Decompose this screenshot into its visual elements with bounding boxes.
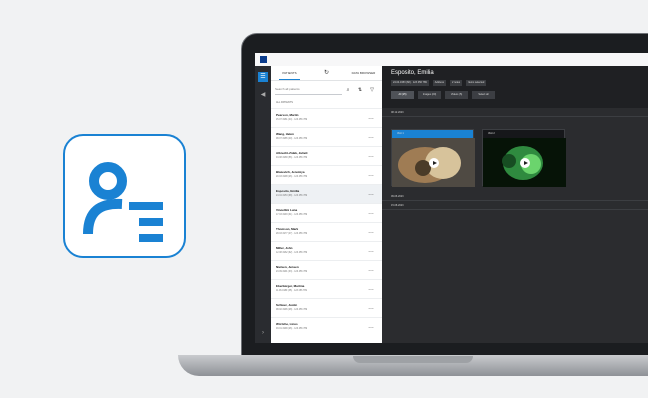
patient-list-item[interactable]: Nielsen, Jensen 23.09.1991 (33) · 123 456… <box>271 260 382 279</box>
patient-meta: 03.01.1999 (26) · 123 456 789 <box>276 328 308 330</box>
patient-meta: 11.06.1989 (35) · 123 456 789 <box>276 290 307 292</box>
patient-list-item[interactable]: Pearson, Martin 15.07.1981 (44) · 123 456… <box>271 108 382 127</box>
panel-tabs: PATIENTS ↻ DATA BROWSER <box>271 66 382 81</box>
patient-meta: 23.09.1991 (33) · 123 456 789 <box>276 271 308 273</box>
patient-name: Albrecht-Zidek, Juliett <box>276 151 308 155</box>
refresh-icon[interactable]: ↻ <box>308 66 345 80</box>
patients-panel: PATIENTS ↻ DATA BROWSER Search all patie… <box>271 66 382 343</box>
marketing-stage: ☰ ◀ › PATIENTS ↻ DATA BROWSER Search all… <box>0 0 648 398</box>
patient-name: Esposito, Emilia <box>276 189 300 193</box>
patient-name: Blazevich, Jeremiya <box>276 170 305 174</box>
more-icon[interactable]: … <box>368 267 374 273</box>
patient-list-item[interactable]: Vincellini Luna 17.03.1993 (31) · 123 456… <box>271 203 382 222</box>
media-thumbnails: Visit 1 Visit 2 <box>382 117 648 192</box>
more-icon[interactable]: … <box>368 172 374 178</box>
tab-patients[interactable]: PATIENTS <box>271 66 308 80</box>
filter-icon[interactable]: ▽ <box>366 87 378 93</box>
thumbnail-title-bar: Visit 1 <box>392 130 473 138</box>
more-icon[interactable]: … <box>368 115 374 121</box>
patient-name: Eberbürger, Martina <box>276 284 305 288</box>
play-icon[interactable] <box>520 158 530 168</box>
patient-meta: 12.08.1962 (62) · 123 456 789 <box>276 252 308 254</box>
patient-name: Pearson, Martin <box>276 113 299 117</box>
patient-list-item-selected[interactable]: Esposito, Emilia 24.04.1953 (68) · 123 45… <box>271 184 382 203</box>
patient-name: Wörtche, Linus <box>276 322 298 326</box>
search-icon[interactable]: ⌕ <box>342 87 354 93</box>
address-chip[interactable]: Address <box>432 80 446 86</box>
select-all-toggle[interactable]: Select all <box>472 91 495 99</box>
filter-images-button[interactable]: Images (20) <box>418 91 441 99</box>
patient-name: Miller, John <box>276 246 293 250</box>
patient-list-item[interactable]: Miller, John 12.08.1962 (62) · 123 456 78… <box>271 241 382 260</box>
more-icon[interactable]: … <box>368 153 374 159</box>
expand-rail-icon[interactable]: › <box>258 328 268 338</box>
sort-icon[interactable]: ⇅ <box>354 87 366 93</box>
play-icon[interactable] <box>429 158 439 168</box>
media-filters: All (25) Images (20) Videos (5) Select a… <box>391 91 646 99</box>
top-bar <box>255 53 648 66</box>
patient-meta: 15.07.1981 (44) · 123 456 789 <box>276 119 308 121</box>
patient-meta-chip: 24.04.1953 (68) · 123 456 789 <box>391 80 429 86</box>
patient-name: Schleer, Justin <box>276 303 298 307</box>
brand-logo <box>260 56 267 63</box>
notes-chip[interactable]: 2 notes <box>449 80 463 86</box>
more-icon[interactable]: … <box>368 191 374 197</box>
patient-name: Nielsen, Jensen <box>276 265 299 269</box>
more-icon[interactable]: … <box>368 305 374 311</box>
patient-meta: 17.03.1993 (31) · 123 456 789 <box>276 214 308 216</box>
more-icon[interactable]: … <box>368 324 374 330</box>
patient-list-item[interactable]: Thomson, Mark 28.03.1977 (47) · 123 456 7… <box>271 222 382 241</box>
selection-chip[interactable]: Items selected <box>466 80 487 86</box>
date-group-header[interactable]: 09.06.2023 <box>382 192 648 201</box>
patient-name: Thomson, Mark <box>276 227 299 231</box>
patient-meta: 04.08.1968 (56) · 123 456 789 <box>276 157 308 159</box>
video-thumbnail[interactable]: Visit 1 <box>391 129 475 187</box>
patient-meta: 08.02.1996 (28) · 123 456 789 <box>276 309 308 311</box>
patient-detail-panel: Esposito, Emilia 24.04.1953 (68) · 123 4… <box>382 66 648 343</box>
more-icon[interactable]: … <box>368 210 374 216</box>
search-row: Search all patients ⌕ ⇅ ▽ <box>271 81 382 98</box>
more-icon[interactable]: … <box>368 229 374 235</box>
patient-name: Wang, Helen <box>276 132 294 136</box>
patient-records-app-icon <box>63 134 186 258</box>
left-rail: ☰ ◀ › <box>255 66 271 343</box>
back-rail-icon[interactable]: ◀ <box>258 90 268 100</box>
more-icon[interactable]: … <box>368 286 374 292</box>
date-group-header[interactable]: 15.08.2023 <box>382 201 648 210</box>
thumbnail-title-bar: Visit 2 <box>483 130 564 138</box>
more-icon[interactable]: … <box>368 134 374 140</box>
patient-meta: 24.04.1953 (68) · 123 456 789 <box>276 195 308 197</box>
patient-name: Vincellini Luna <box>276 208 298 212</box>
search-input[interactable]: Search all patients <box>275 84 342 95</box>
patients-rail-icon[interactable]: ☰ <box>258 72 268 82</box>
video-thumbnail[interactable]: Visit 2 <box>482 129 566 187</box>
patient-meta: 28.03.1977 (47) · 123 456 789 <box>276 233 308 235</box>
patient-meta: 08.07.1985 (40) · 123 456 789 <box>276 138 308 140</box>
patient-title: Esposito, Emilia <box>391 70 434 76</box>
date-group-header[interactable]: 08.12.2023 <box>382 108 648 117</box>
laptop-screen: ☰ ◀ › PATIENTS ↻ DATA BROWSER Search all… <box>255 53 648 343</box>
filter-all-button[interactable]: All (25) <box>391 91 414 99</box>
section-label: ALL PATIENTS <box>276 101 293 104</box>
patient-list-item[interactable]: Eberbürger, Martina 11.06.1989 (35) · 123… <box>271 279 382 298</box>
patient-header: Esposito, Emilia 24.04.1953 (68) · 123 4… <box>382 66 648 108</box>
patient-list-item[interactable]: Albrecht-Zidek, Juliett 04.08.1968 (56) ·… <box>271 146 382 165</box>
patient-meta: 20.03.1998 (26) · 123 456 789 <box>276 176 308 178</box>
patient-list-item[interactable]: Blazevich, Jeremiya 20.03.1998 (26) · 123… <box>271 165 382 184</box>
more-icon[interactable]: … <box>368 248 374 254</box>
patient-list-item[interactable]: Schleer, Justin 08.02.1996 (28) · 123 456… <box>271 298 382 317</box>
patient-list-item[interactable]: Wang, Helen 08.07.1985 (40) · 123 456 789… <box>271 127 382 146</box>
user-list-icon <box>83 162 163 242</box>
patient-meta-row: 24.04.1953 (68) · 123 456 789 Address 2 … <box>391 80 646 86</box>
laptop-notch <box>353 356 473 363</box>
filter-videos-button[interactable]: Videos (5) <box>445 91 468 99</box>
patient-list-item[interactable]: Wörtche, Linus 03.01.1999 (26) · 123 456 … <box>271 317 382 336</box>
tab-data-browser[interactable]: DATA BROWSER <box>345 66 382 80</box>
